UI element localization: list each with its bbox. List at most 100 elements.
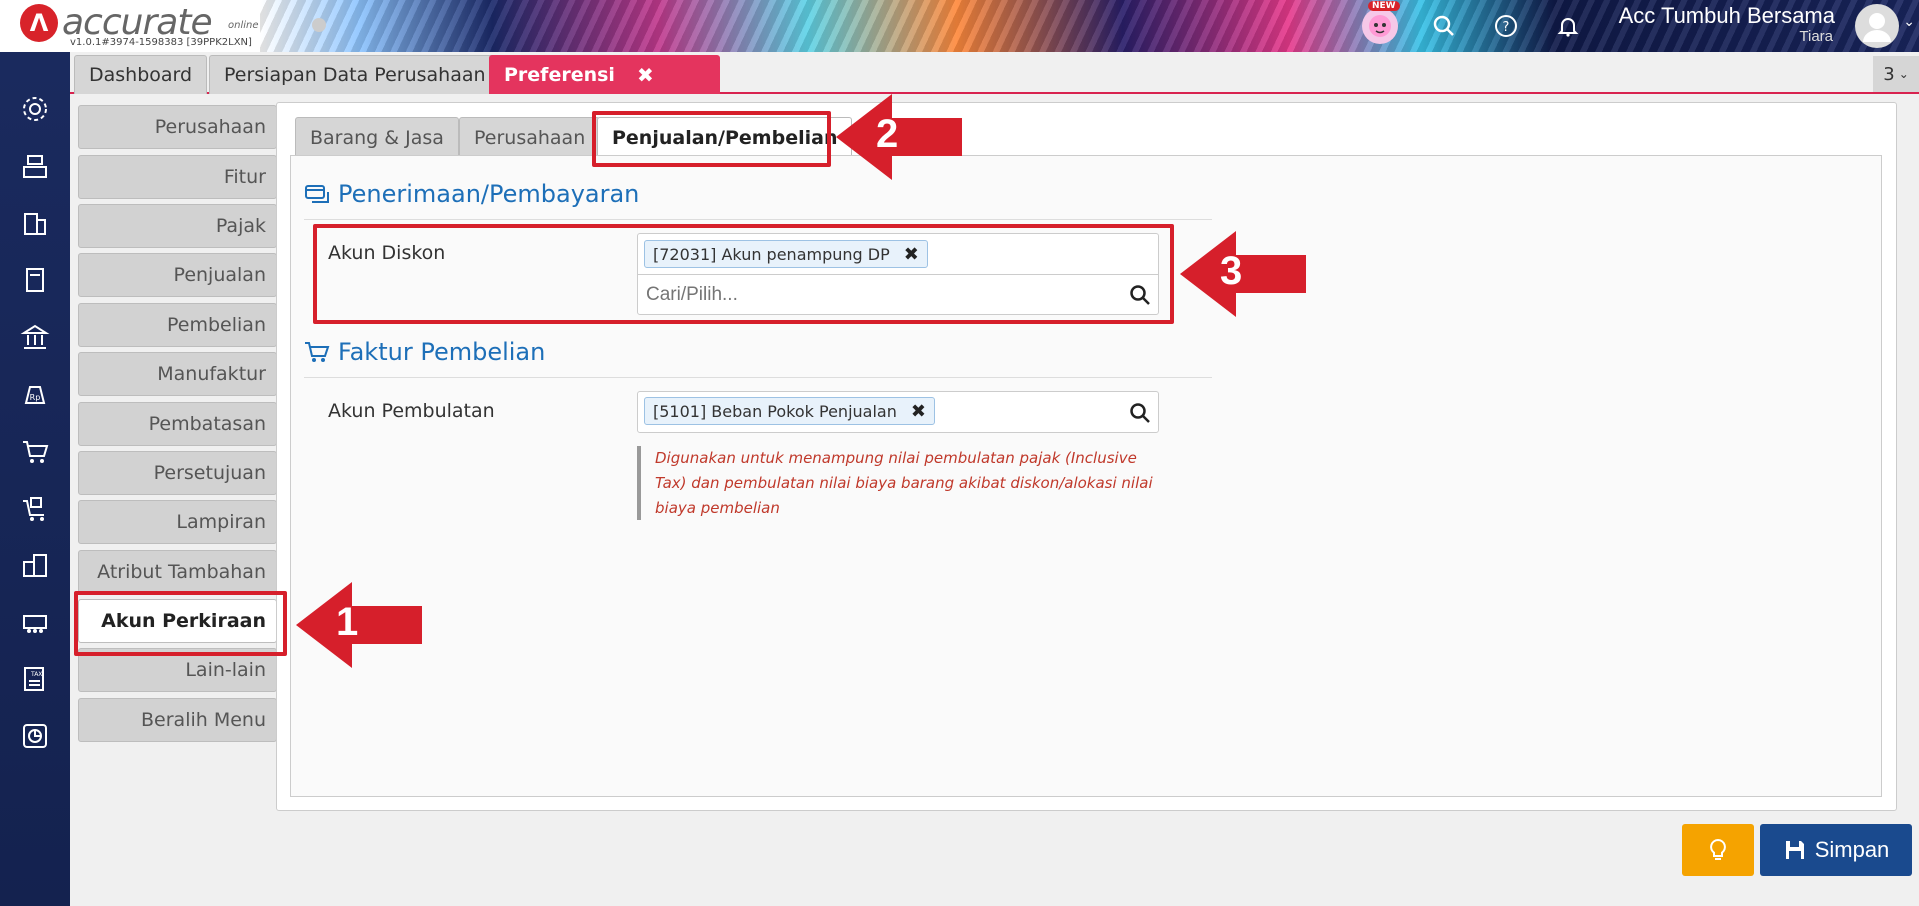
rail-tax[interactable]: TAX (18, 662, 52, 696)
warehouse-icon (23, 554, 47, 577)
left-rail: Rp TAX (0, 52, 70, 906)
rail-cashier[interactable] (18, 149, 52, 183)
hint-line: Tax) dan pembulatan nilai biaya barang a… (655, 474, 1153, 492)
gear-icon (23, 97, 47, 121)
save-button-label: Simpan (1814, 837, 1890, 862)
annotation-arrow-1 (296, 582, 422, 668)
side-menu-label: Lain-lain (185, 659, 266, 681)
user-menu-chevron-icon[interactable]: ⌄ (1903, 14, 1915, 30)
app-version: v1.0.1#3974-1598383 [39PPK2LXN] (70, 37, 252, 48)
side-menu-beralih-menu[interactable]: Beralih Menu (78, 698, 277, 742)
subtab-barang-jasa[interactable]: Barang & Jasa (295, 117, 459, 157)
floppy-disk-icon (1785, 841, 1804, 859)
side-menu-pembelian[interactable]: Pembelian (78, 303, 277, 347)
side-menu-pembatasan[interactable]: Pembatasan (78, 402, 277, 446)
selected-account-chip: [5101] Beban Pokok Penjualan ✖ (644, 397, 935, 425)
chip-label: [5101] Beban Pokok Penjualan (653, 401, 897, 421)
side-menu-atribut-tambahan[interactable]: Atribut Tambahan (78, 550, 277, 594)
company-name: Acc Tumbuh Bersama (1618, 3, 1835, 28)
chevron-down-icon: ⌄ (1898, 67, 1909, 81)
rail-inventory[interactable] (18, 548, 52, 582)
section-divider (304, 219, 1212, 220)
section-title-faktur: Faktur Pembelian (304, 338, 545, 366)
side-menu-label: Atribut Tambahan (97, 561, 266, 583)
tab-dashboard[interactable]: Dashboard (74, 55, 208, 94)
side-menu-label: Persetujuan (153, 462, 266, 484)
close-icon[interactable]: ✖ (637, 63, 654, 87)
status-dot (312, 18, 326, 32)
highlight-akun-diskon-field (313, 224, 1174, 324)
side-menu-manufaktur[interactable]: Manufaktur (78, 352, 277, 396)
rail-manufacture[interactable] (18, 605, 52, 639)
section-divider (304, 377, 1212, 378)
highlight-akun-perkiraan (74, 591, 287, 656)
akun-pembulatan-select[interactable]: [5101] Beban Pokok Penjualan ✖ (637, 391, 1159, 433)
svg-text:TAX: TAX (30, 671, 42, 678)
side-menu-label: Penjualan (173, 264, 266, 286)
rail-bank[interactable] (18, 320, 52, 354)
side-menu-label: Pajak (215, 215, 266, 237)
tips-button[interactable] (1682, 824, 1754, 876)
side-menu-pajak[interactable]: Pajak (78, 204, 277, 248)
notification-button[interactable] (1550, 8, 1586, 44)
tab-count: 3 (1883, 63, 1895, 85)
search-icon[interactable] (1128, 401, 1152, 425)
side-menu-penjualan[interactable]: Penjualan (78, 253, 277, 297)
annotation-step-2: 2 (876, 112, 899, 156)
side-menu-label: Lampiran (176, 511, 266, 533)
tab-preferensi[interactable]: Preferensi ✖ (489, 55, 720, 94)
rail-settings[interactable] (18, 92, 52, 126)
field-label-akun-pembulatan: Akun Pembulatan (328, 400, 495, 422)
whats-new-button[interactable] (1362, 8, 1398, 44)
hint-line: biaya pembelian (655, 499, 780, 517)
help-button[interactable]: ? (1488, 8, 1524, 44)
cart-icon (305, 342, 330, 362)
user-icon (1863, 13, 1891, 42)
tab-persiapan-data[interactable]: Persiapan Data Perusahaan (209, 55, 501, 94)
side-menu-label: Perusahaan (154, 116, 266, 138)
save-button[interactable]: Simpan (1760, 824, 1912, 876)
cart-icon (23, 441, 49, 463)
side-menu-perusahaan[interactable]: Perusahaan (78, 105, 277, 149)
annotation-step-3: 3 (1220, 249, 1243, 293)
side-menu-label: Pembelian (167, 314, 266, 336)
subtab-label: Barang & Jasa (310, 126, 444, 149)
cart-box-icon (23, 497, 44, 521)
annotation-arrow-2 (836, 94, 962, 180)
search-button[interactable] (1426, 8, 1462, 44)
user-avatar[interactable] (1855, 4, 1899, 48)
rail-payment[interactable]: Rp (18, 377, 52, 411)
rail-ledger[interactable] (18, 263, 52, 297)
building-icon (24, 213, 46, 235)
factory-icon (23, 615, 47, 633)
bell-icon (1557, 18, 1579, 37)
rail-purchase[interactable] (18, 491, 52, 525)
logo-suffix: online (228, 20, 259, 31)
akun-pembulatan-hint: Digunakan untuk menampung nilai pembulat… (637, 446, 1159, 520)
side-menu-label: Manufaktur (157, 363, 266, 385)
subtab-perusahaan[interactable]: Perusahaan (459, 117, 601, 157)
side-menu-persetujuan[interactable]: Persetujuan (78, 451, 277, 495)
tab-count-dropdown[interactable]: 3 ⌄ (1873, 56, 1919, 92)
help-icon: ? (1495, 15, 1517, 37)
highlight-penjualan-pembelian-tab (592, 111, 831, 167)
rail-reports[interactable] (18, 719, 52, 753)
remove-chip-icon[interactable]: ✖ (911, 401, 926, 422)
side-menu-label: Beralih Menu (141, 709, 266, 731)
bank-icon (20, 324, 50, 349)
section-title-text: Penerimaan/Pembayaran (338, 180, 640, 208)
accurate-logo-icon: Λ (20, 4, 58, 42)
side-menu-label: Pembatasan (148, 413, 266, 435)
rail-sales[interactable] (18, 434, 52, 468)
section-title-penerimaan: Penerimaan/Pembayaran (304, 180, 639, 208)
side-menu-lampiran[interactable]: Lampiran (78, 500, 277, 544)
tab-label: Dashboard (89, 64, 193, 86)
side-menu-label: Fitur (223, 166, 266, 188)
annotation-arrow-3 (1180, 231, 1306, 317)
pie-report-icon (23, 724, 47, 748)
svg-text:Rp: Rp (30, 393, 41, 402)
side-menu-fitur[interactable]: Fitur (78, 155, 277, 199)
rail-company[interactable] (18, 206, 52, 240)
hint-line: Digunakan untuk menampung nilai pembulat… (655, 449, 1137, 467)
logo-text: accurate (62, 2, 213, 43)
